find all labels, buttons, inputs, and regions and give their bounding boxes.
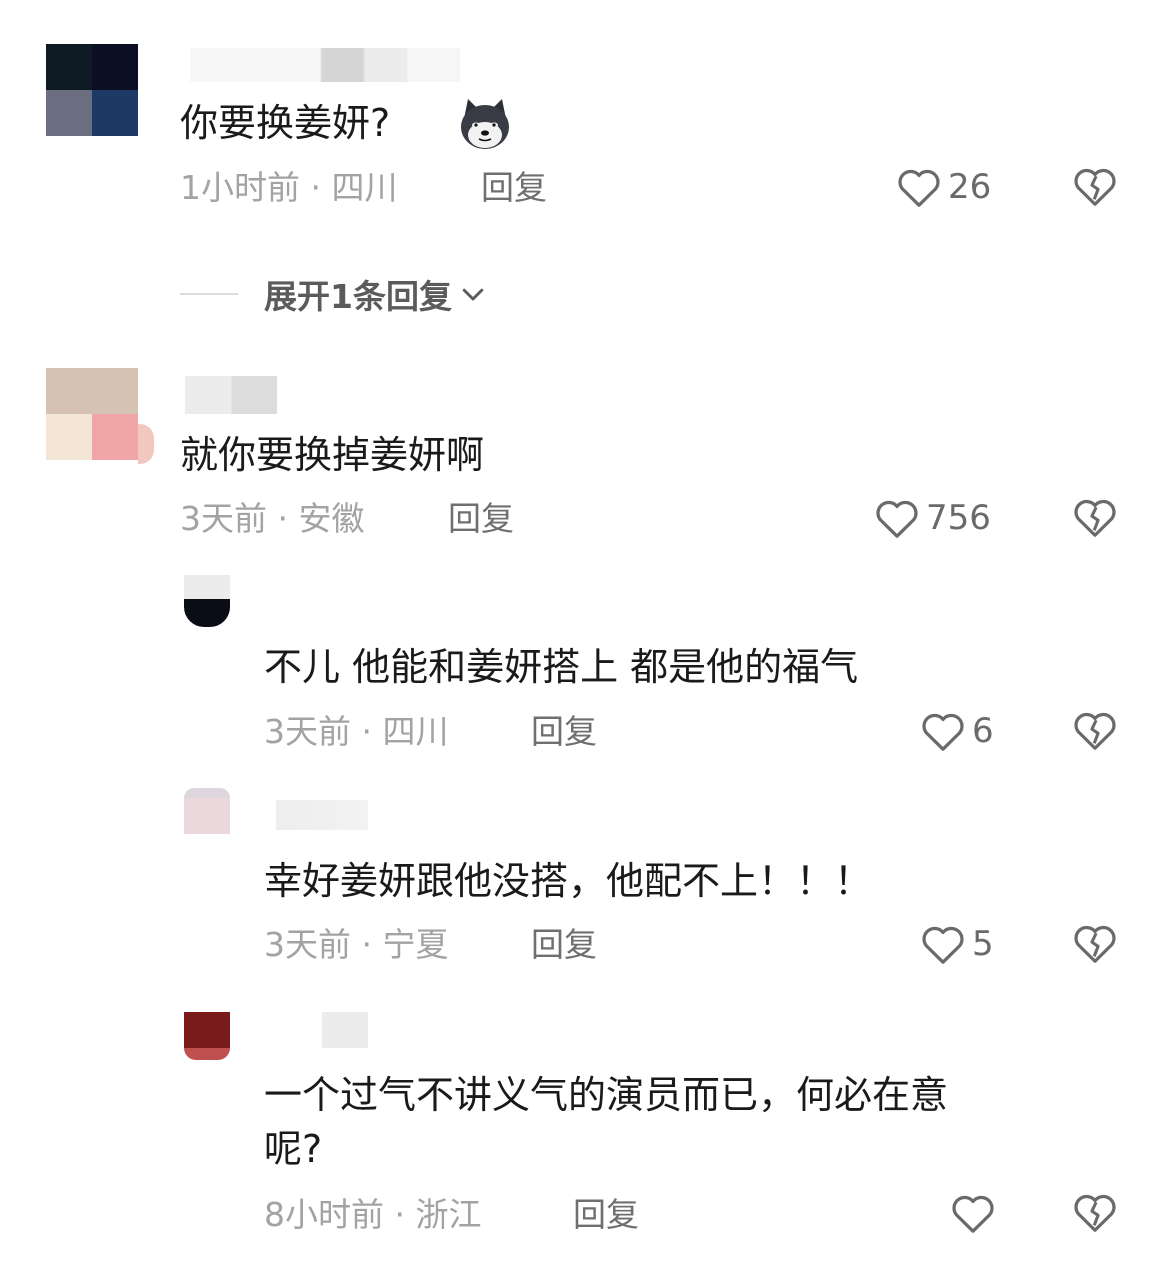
expand-label: 展开1条回复 [264, 277, 452, 316]
reply-button[interactable]: 回复 [481, 168, 547, 208]
comment-text: 你要换姜妍? [180, 98, 390, 148]
avatar-pixel [184, 788, 230, 798]
broken-heart-icon [1074, 168, 1116, 206]
comment-time: 3天前 [180, 499, 267, 538]
dislike-button[interactable] [1072, 921, 1118, 971]
heart-outline-icon [952, 1195, 994, 1233]
like-count: 5 [972, 924, 994, 964]
reply-button[interactable]: 回复 [573, 1195, 639, 1235]
husky-dog-emoji-icon [456, 95, 514, 153]
meta-separator: · [300, 168, 332, 207]
avatar-pixel [184, 1012, 230, 1048]
avatar-pixel [184, 798, 230, 834]
like-count: 756 [926, 498, 991, 538]
avatar-pixel [184, 1048, 230, 1060]
avatar-pixel [92, 44, 138, 90]
comment-time: 3天前 [264, 712, 351, 751]
dislike-button[interactable] [1072, 1190, 1118, 1240]
like-button[interactable] [950, 1191, 996, 1235]
comment-text-line: 呢? [264, 1127, 323, 1171]
comment-meta: 1小时前 · 四川 [180, 168, 397, 208]
like-button[interactable]: 26 [896, 165, 991, 209]
comment-text-line: 一个过气不讲义气的演员而已，何必在意 [264, 1073, 949, 1117]
username-blurred[interactable] [190, 48, 460, 82]
avatar-pixel [138, 424, 154, 464]
avatar[interactable] [46, 368, 154, 476]
avatar-pixel [46, 414, 92, 460]
comment-meta: 3天前 · 安徽 [180, 499, 364, 539]
meta-separator: · [267, 499, 299, 538]
avatar[interactable] [184, 575, 230, 633]
reply-button[interactable]: 回复 [448, 499, 514, 539]
avatar[interactable] [184, 788, 230, 846]
comment-meta: 8小时前 · 浙江 [264, 1195, 481, 1235]
like-count: 6 [972, 711, 994, 751]
chevron-down-icon [462, 288, 484, 301]
comment-meta: 3天前 · 宁夏 [264, 925, 448, 965]
dislike-button[interactable] [1072, 708, 1118, 758]
comment-location: 四川 [382, 712, 449, 751]
like-count: 26 [948, 167, 992, 207]
comment-time: 8小时前 [264, 1195, 384, 1234]
avatar-pixel [92, 414, 138, 460]
meta-separator: · [351, 925, 383, 964]
comment-text: 一个过气不讲义气的演员而已，何必在意 呢? [264, 1068, 948, 1176]
heart-outline-icon [898, 169, 940, 207]
comment-time: 3天前 [264, 925, 351, 964]
meta-separator: · [384, 1195, 416, 1234]
broken-heart-icon [1074, 499, 1116, 537]
comment-text: 就你要换掉姜妍啊 [180, 433, 485, 477]
avatar[interactable] [184, 1012, 230, 1062]
comment-text-content: 你要换姜妍? [180, 101, 391, 145]
broken-heart-icon [1074, 1194, 1116, 1232]
expand-replies-button[interactable]: 展开1条回复 [180, 270, 488, 318]
comment-location: 宁夏 [382, 925, 449, 964]
like-button[interactable]: 6 [920, 709, 994, 753]
comment-location: 四川 [331, 168, 398, 207]
avatar-pixel [46, 90, 92, 136]
meta-separator: · [351, 712, 383, 751]
comment-text: 不儿 他能和姜妍搭上 都是他的福气 [264, 645, 859, 689]
avatar-pixel [46, 44, 92, 90]
broken-heart-icon [1074, 925, 1116, 963]
avatar-pixel [92, 90, 138, 136]
username-blurred[interactable] [322, 1012, 368, 1048]
username-blurred[interactable] [185, 376, 277, 414]
comment-text: 幸好姜妍跟他没搭，他配不上！！！ [264, 859, 873, 903]
avatar-pixel [184, 599, 230, 627]
avatar-pixel [46, 368, 138, 414]
comment-location: 浙江 [415, 1195, 482, 1234]
heart-outline-icon [922, 713, 964, 751]
comment-meta: 3天前 · 四川 [264, 712, 448, 752]
like-button[interactable]: 5 [920, 922, 994, 966]
expand-divider [180, 293, 238, 295]
like-button[interactable]: 756 [874, 496, 991, 540]
reply-button[interactable]: 回复 [531, 712, 597, 752]
avatar-pixel [184, 575, 230, 599]
broken-heart-icon [1074, 712, 1116, 750]
reply-button[interactable]: 回复 [531, 925, 597, 965]
heart-outline-icon [922, 926, 964, 964]
avatar[interactable] [46, 34, 138, 138]
username-blurred[interactable] [276, 800, 368, 830]
heart-outline-icon [876, 500, 918, 538]
dislike-button[interactable] [1072, 164, 1118, 214]
comment-location: 安徽 [298, 499, 365, 538]
dislike-button[interactable] [1072, 495, 1118, 545]
comment-time: 1小时前 [180, 168, 300, 207]
